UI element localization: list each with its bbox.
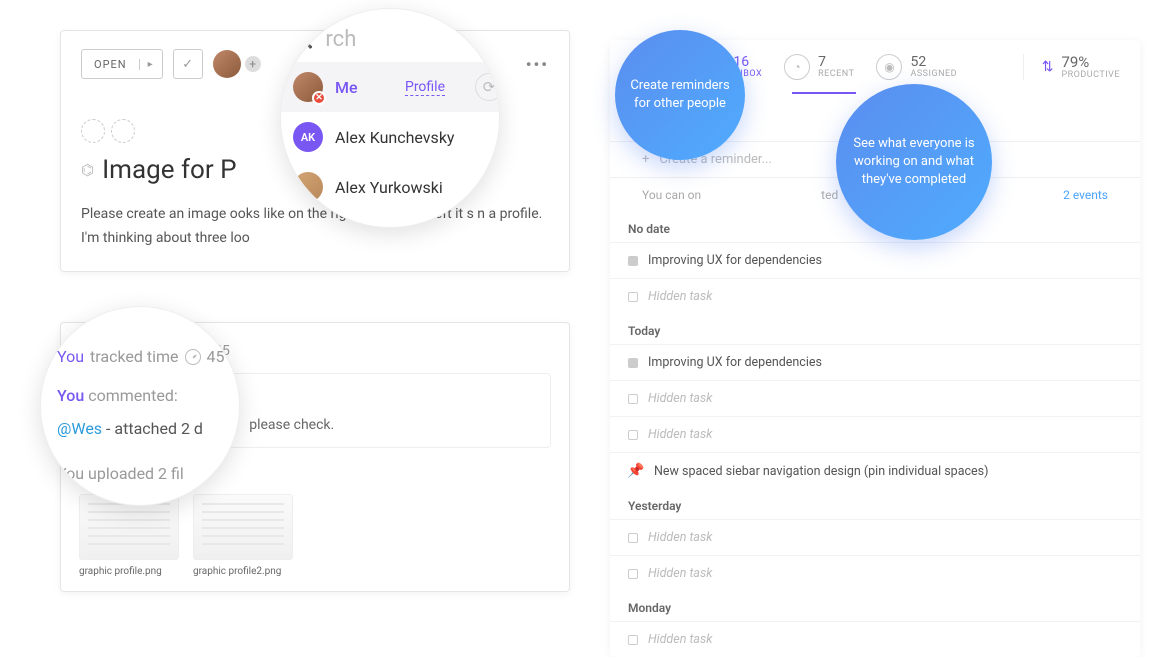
comment-fragment: please check. [249, 417, 334, 433]
add-tag-icon[interactable] [81, 119, 105, 143]
tracked-minutes: 45 [207, 347, 225, 366]
person-name: Alex Kunchevsky [335, 128, 455, 147]
attachment-filename: graphic profile.png [79, 566, 179, 577]
commented-label: commented: [88, 386, 178, 405]
task-label: Hidden task [648, 391, 712, 406]
task-label: Improving UX for dependencies [648, 355, 822, 370]
pin-icon: 📌 [628, 463, 644, 479]
open-label: OPEN [82, 58, 139, 71]
search-placeholder: rch [325, 27, 356, 52]
checkbox-icon[interactable] [628, 635, 638, 645]
avatar [293, 172, 323, 202]
task-row[interactable]: Improving UX for dependencies [610, 242, 1140, 278]
add-tag-icon[interactable] [111, 119, 135, 143]
plus-icon: + [642, 152, 649, 167]
stat-recent[interactable]: ◔ 7RECENT [784, 54, 854, 80]
open-caret-icon[interactable]: ▸ [139, 59, 162, 70]
meta-text: You can on [642, 188, 701, 202]
tracked-label: tracked time [90, 347, 179, 366]
task-row[interactable]: Hidden task [610, 380, 1140, 416]
task-label: Improving UX for dependencies [648, 253, 822, 268]
section-header: Today [610, 314, 1140, 344]
remove-icon[interactable]: ✕ [312, 91, 326, 105]
clock-icon: ◔ [784, 54, 810, 80]
task-title[interactable]: Image for P [102, 155, 236, 185]
attachment-item[interactable]: graphic profile2.png [193, 494, 293, 577]
comment-header: You commented: [57, 386, 240, 405]
search-icon: 🔍 [291, 29, 313, 50]
avatar: ✕ [293, 72, 323, 102]
attachments: graphic profile.png graphic profile2.png [79, 494, 551, 577]
person-row-me[interactable]: ✕ Me Profile ⟳ [280, 62, 500, 112]
stat-label: ASSIGNED [910, 70, 957, 80]
stat-label: RECENT [818, 70, 854, 80]
task-row[interactable]: Hidden task [610, 519, 1140, 555]
avatar: AK [293, 122, 323, 152]
checkbox-icon[interactable] [628, 292, 638, 302]
task-row[interactable]: 📌 New spaced siebar navigation design (pi… [610, 452, 1140, 489]
actor-you: You [57, 347, 84, 366]
zoom-lens-activity: You tracked time 45 You commented: @Wes … [40, 306, 240, 506]
attachment-filename: graphic profile2.png [193, 566, 293, 577]
refresh-icon[interactable]: ⟳ [475, 73, 500, 101]
stat-productive[interactable]: ⇅ 79%PRODUCTIVE [1023, 54, 1120, 80]
clock-icon [185, 349, 201, 365]
stat-value: 52 [910, 55, 957, 70]
person-icon: ◉ [876, 54, 902, 80]
task-label: New spaced siebar navigation design (pin… [654, 464, 988, 479]
task-row[interactable]: Improving UX for dependencies [610, 344, 1140, 380]
task-row[interactable]: Hidden task [610, 416, 1140, 452]
sync-icon: ⇅ [1042, 59, 1054, 75]
events-link[interactable]: 2 events [1063, 188, 1108, 202]
person-name: Me [335, 78, 358, 97]
checkbox-icon[interactable] [628, 569, 638, 579]
comment-body: @Wes - attached 2 d [57, 419, 240, 438]
subtask-tree-icon: ⌬ [81, 161, 94, 179]
assignee-avatar[interactable] [213, 50, 241, 78]
task-label: Hidden task [648, 632, 712, 647]
upload-line: You uploaded 2 fil [57, 464, 240, 483]
stat-value: 79% [1061, 54, 1120, 71]
attachment-thumbnail[interactable] [193, 494, 293, 560]
zoom-lens-people: 🔍 rch ✕ Me Profile ⟳ AK Alex Kunchevsky … [280, 8, 500, 228]
stat-value: 7 [818, 55, 854, 70]
task-label: Hidden task [648, 530, 712, 545]
task-label: Hidden task [648, 289, 712, 304]
mention-link[interactable]: @Wes [57, 419, 102, 438]
open-status-button[interactable]: OPEN ▸ [81, 49, 163, 79]
task-label: Hidden task [648, 566, 712, 581]
person-row[interactable]: Alex Yurkowski [280, 162, 500, 212]
complete-button[interactable]: ✓ [173, 49, 203, 79]
person-name: Alex Yurkowski [335, 178, 443, 197]
checkbox-icon[interactable] [628, 533, 638, 543]
tracked-line: You tracked time 45 [57, 347, 240, 366]
section-header: Yesterday [610, 489, 1140, 519]
profile-link[interactable]: Profile [405, 79, 445, 96]
attachment-item[interactable]: graphic profile.png [79, 494, 179, 577]
comment-fragment: - attached 2 d [106, 419, 203, 438]
stat-assigned[interactable]: ◉ 52ASSIGNED [876, 54, 957, 80]
person-row[interactable]: AK Alex Kunchevsky [280, 112, 500, 162]
task-row[interactable]: Hidden task [610, 278, 1140, 314]
checkbox-icon[interactable] [628, 394, 638, 404]
stat-label: PRODUCTIVE [1061, 71, 1120, 81]
task-row[interactable]: Hidden task [610, 621, 1140, 657]
people-search[interactable]: 🔍 rch [280, 9, 500, 62]
checkbox-icon[interactable] [628, 430, 638, 440]
checkbox-icon[interactable] [628, 256, 638, 266]
more-menu-icon[interactable]: ••• [526, 55, 549, 74]
checkbox-icon[interactable] [628, 358, 638, 368]
task-row[interactable]: Hidden task [610, 555, 1140, 591]
person-row[interactable]: AZ Alexander Zi [280, 212, 500, 228]
add-assignee-button[interactable]: + [243, 54, 263, 74]
callout-bubble-activity: See what everyone is working on and what… [836, 84, 992, 240]
task-label: Hidden task [648, 427, 712, 442]
callout-bubble-reminders: Create reminders for other people [615, 30, 745, 160]
meta-text: ted [821, 188, 838, 202]
section-header: Monday [610, 591, 1140, 621]
actor-you: You [57, 386, 84, 405]
